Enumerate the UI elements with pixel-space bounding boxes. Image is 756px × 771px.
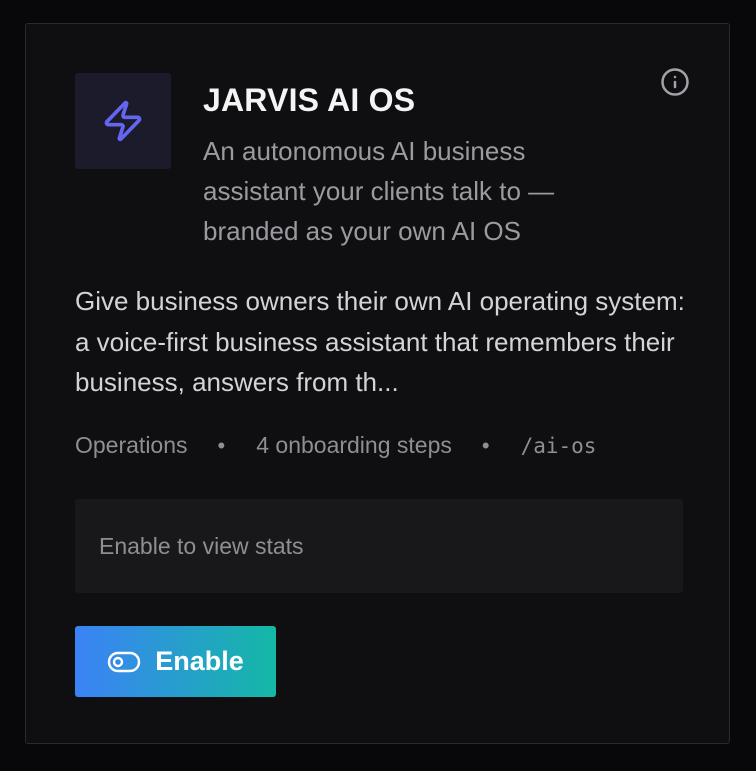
info-button[interactable]	[659, 66, 691, 98]
onboarding-steps-label: 4 onboarding steps	[256, 432, 452, 458]
info-icon	[661, 68, 689, 96]
toggle-icon	[108, 651, 141, 672]
route-path: /ai-os	[520, 433, 597, 458]
module-meta: Operations • 4 onboarding steps • /ai-os	[75, 432, 596, 459]
lightning-bolt-icon	[104, 100, 142, 142]
enable-button-label: Enable	[155, 646, 244, 676]
module-title: JARVIS AI OS	[203, 82, 416, 118]
stats-placeholder: Enable to view stats	[75, 499, 683, 593]
meta-separator: •	[217, 432, 226, 458]
module-subtitle: An autonomous AI business assistant your…	[203, 136, 555, 246]
module-card: JARVIS AI OS An autonomous AI business a…	[25, 23, 730, 744]
meta-separator: •	[481, 432, 490, 458]
module-icon-tile	[75, 73, 171, 169]
enable-button[interactable]: Enable	[75, 626, 276, 697]
module-description: Give business owners their own AI operat…	[75, 286, 685, 397]
category-label: Operations	[75, 432, 188, 458]
stats-placeholder-text: Enable to view stats	[99, 532, 304, 559]
